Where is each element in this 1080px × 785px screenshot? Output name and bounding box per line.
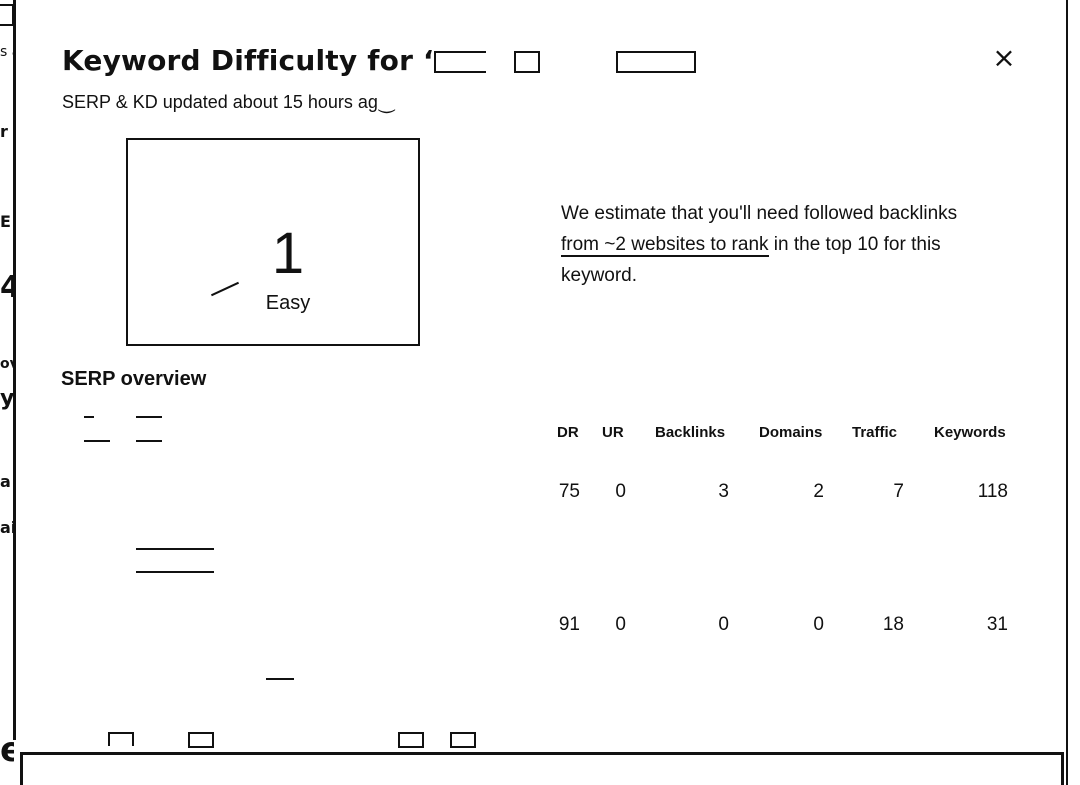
redacted-keyword <box>433 51 486 73</box>
background-element <box>0 4 14 26</box>
redacted-url <box>136 416 162 418</box>
row1-backlinks: 3 <box>718 481 729 502</box>
row1-domains: 2 <box>813 481 824 502</box>
background-text: ov <box>0 356 14 372</box>
scrollbar-track[interactable] <box>1066 0 1068 785</box>
redacted-element <box>108 732 134 746</box>
updated-subtitle: SERP & KD updated about 15 hours ag⏝ <box>62 92 396 112</box>
background-text: s a <box>0 44 14 60</box>
background-text: a <box>0 472 11 491</box>
redacted-element <box>398 732 424 748</box>
row2-keywords: 31 <box>986 614 1008 635</box>
row2-ur: 0 <box>615 614 626 635</box>
redacted-keyword <box>615 51 696 73</box>
redacted-keyword <box>513 51 540 73</box>
background-text: ai <box>0 518 14 537</box>
close-icon[interactable]: × <box>990 44 1018 72</box>
row1-ur: 0 <box>615 481 626 502</box>
row2-dr: 91 <box>558 614 580 635</box>
redacted-url <box>84 440 110 442</box>
kd-score-value: 1 <box>271 221 305 286</box>
bottom-panel <box>20 752 1064 785</box>
column-header-ur[interactable]: UR <box>602 424 624 441</box>
redacted-url <box>136 548 214 550</box>
row1-dr: 75 <box>558 481 580 502</box>
column-header-domains[interactable]: Domains <box>759 424 822 441</box>
row2-domains: 0 <box>813 614 824 635</box>
estimate-line: We estimate that you'll need followed ba… <box>561 203 958 224</box>
kd-difficulty-text: Easy <box>265 292 311 314</box>
background-text: r <box>0 122 8 141</box>
kd-difficulty-label: Easy <box>128 292 418 315</box>
row2-backlinks: 0 <box>718 614 729 635</box>
redacted-url <box>136 440 162 442</box>
keyword-difficulty-modal: Keyword Difficulty for ‘ × SERP & KD upd… <box>16 0 1066 785</box>
column-header-backlinks[interactable]: Backlinks <box>655 424 725 441</box>
modal-title: Keyword Difficulty for ‘ <box>62 44 696 77</box>
redacted-url <box>84 416 94 418</box>
column-header-keywords[interactable]: Keywords <box>934 424 1006 441</box>
estimate-line: from ~2 websites to rank in the top 10 f… <box>561 229 1031 260</box>
column-header-traffic[interactable]: Traffic <box>852 424 897 441</box>
redacted-url <box>136 571 214 573</box>
row1-keywords: 118 <box>977 481 1008 502</box>
estimate-text: in the top 10 for this <box>768 234 941 255</box>
kd-gauge-card: 1 Easy <box>126 138 420 346</box>
column-header-dr[interactable]: DR <box>557 424 579 441</box>
row1-traffic: 7 <box>893 481 904 502</box>
row2-traffic: 18 <box>882 614 904 635</box>
estimate-link[interactable]: from ~2 websites to rank <box>561 234 769 257</box>
redacted-element <box>188 732 214 748</box>
serp-overview-title: SERP overview <box>61 368 207 390</box>
background-text: 4 <box>0 270 14 305</box>
background-text: E <box>0 212 11 231</box>
modal-title-text: Keyword Difficulty for ‘ <box>62 44 434 77</box>
background-text: y <box>0 386 14 411</box>
kd-score: 1 <box>128 224 418 284</box>
redacted-url <box>266 678 294 680</box>
redacted-element <box>450 732 476 748</box>
estimate-line: keyword. <box>561 265 638 286</box>
backlinks-estimate: We estimate that you'll need followed ba… <box>561 198 1031 291</box>
background-text: e <box>0 730 14 770</box>
